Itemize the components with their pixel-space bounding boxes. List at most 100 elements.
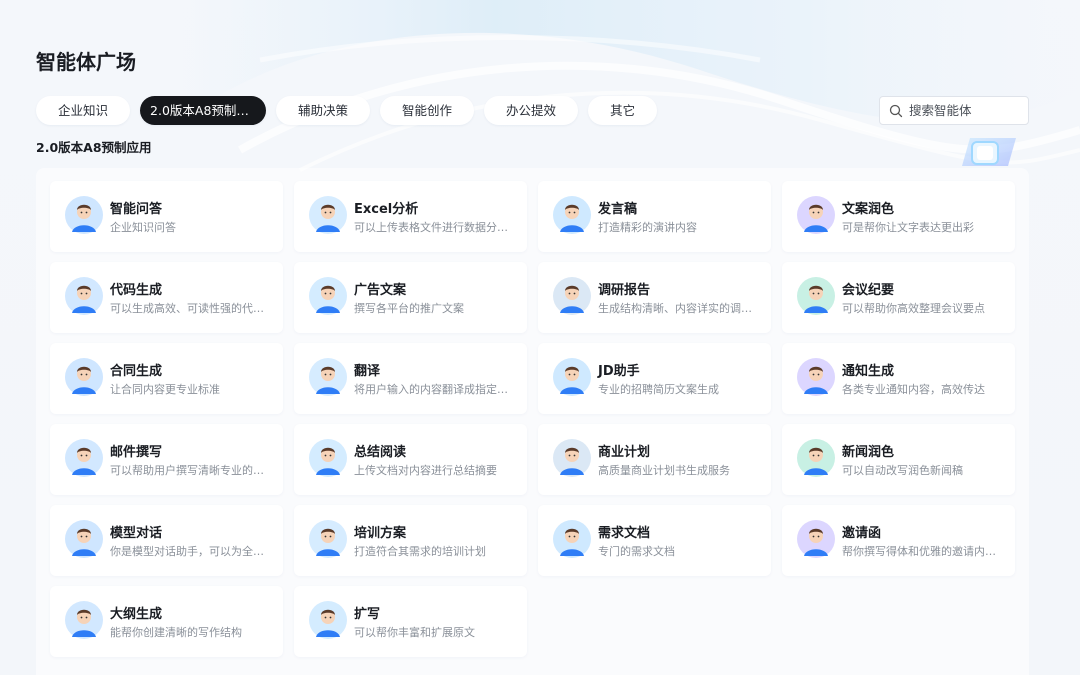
agent-card[interactable]: 智能问答企业知识问答 [50, 181, 283, 252]
invite-avatar-icon [797, 520, 835, 558]
chat-avatar-icon [65, 520, 103, 558]
agent-card[interactable]: 商业计划高质量商业计划书生成服务 [538, 424, 771, 495]
search-icon [889, 104, 903, 117]
agent-card-desc: 上传文档对内容进行总结摘要 [354, 464, 497, 477]
agent-card-desc: 可以自动改写润色新闻稿 [842, 464, 963, 477]
tab-office-efficiency[interactable]: 办公提效 [484, 96, 579, 125]
notice-avatar-icon [797, 358, 835, 396]
jd-avatar-icon [553, 358, 591, 396]
business-avatar-icon [553, 439, 591, 477]
agent-card[interactable]: 大纲生成能帮你创建清晰的写作结构 [50, 586, 283, 657]
agent-card-desc: 可以帮你丰富和扩展原文 [354, 626, 475, 639]
agent-card-desc: 帮你撰写得体和优雅的邀请内容。 [842, 545, 1002, 558]
agent-card-desc: 撰写各平台的推广文案 [354, 302, 464, 315]
agent-card[interactable]: 新闻润色可以自动改写润色新闻稿 [782, 424, 1015, 495]
agent-card-desc: 能帮你创建清晰的写作结构 [110, 626, 242, 639]
decorative-badge-icon [962, 138, 1016, 166]
agent-card-desc: 可以帮助你高效整理会议要点 [842, 302, 985, 315]
agent-card-desc: 可以生成高效、可读性强的代码片段 [110, 302, 270, 315]
training-avatar-icon [309, 520, 347, 558]
analyst-avatar-icon [309, 196, 347, 234]
agent-card-name: 通知生成 [842, 364, 895, 379]
agent-card-desc: 将用户输入的内容翻译成指定语言 [354, 383, 514, 396]
agent-card-name: 调研报告 [598, 283, 651, 298]
agent-card[interactable]: 会议纪要可以帮助你高效整理会议要点 [782, 262, 1015, 333]
agent-card-desc: 打造符合其需求的培训计划 [354, 545, 486, 558]
agent-card-name: 发言稿 [598, 202, 638, 217]
agent-card[interactable]: 合同生成让合同内容更专业标准 [50, 343, 283, 414]
agent-card[interactable]: 邮件撰写可以帮助用户撰写清晰专业的邮件 [50, 424, 283, 495]
agent-card[interactable]: 代码生成可以生成高效、可读性强的代码片段 [50, 262, 283, 333]
agent-card-name: 总结阅读 [354, 445, 407, 460]
coder-avatar-icon [65, 277, 103, 315]
agent-card[interactable]: 文案润色 可是帮你让文字表达更出彩 [782, 181, 1015, 252]
agent-card-name: 商业计划 [598, 445, 651, 460]
agent-card[interactable]: 发言稿打造精彩的演讲内容 [538, 181, 771, 252]
mail-avatar-icon [65, 439, 103, 477]
research-avatar-icon [553, 277, 591, 315]
agent-card-name: 邮件撰写 [110, 445, 163, 460]
meeting-avatar-icon [797, 277, 835, 315]
tab-bar: 企业知识 2.0版本A8预制应用 辅助决策 智能创作 办公提效 其它 [36, 96, 658, 125]
agent-card[interactable]: 需求文档专门的需求文档 [538, 505, 771, 576]
agent-card-desc: 专门的需求文档 [598, 545, 675, 558]
summary-avatar-icon [309, 439, 347, 477]
agent-card-name: 需求文档 [598, 526, 651, 541]
agent-panel: 智能问答企业知识问答Excel分析可以上传表格文件进行数据分析并生成报告发言稿打… [36, 168, 1029, 675]
agent-card-name: 合同生成 [110, 364, 163, 379]
agent-card-desc: 专业的招聘简历文案生成 [598, 383, 719, 396]
agent-card-name: 培训方案 [354, 526, 407, 541]
agent-card-desc: 高质量商业计划书生成服务 [598, 464, 730, 477]
agent-card-name: 大纲生成 [110, 607, 163, 622]
translator-avatar-icon [309, 358, 347, 396]
agent-card[interactable]: 翻译将用户输入的内容翻译成指定语言 [294, 343, 527, 414]
agent-card-name: 代码生成 [110, 283, 163, 298]
tab-smart-creation[interactable]: 智能创作 [380, 96, 475, 125]
agent-card-name: 模型对话 [110, 526, 163, 541]
agent-card[interactable]: 调研报告生成结构清晰、内容详实的调研报告 [538, 262, 771, 333]
agent-card-name: 会议纪要 [842, 283, 895, 298]
agent-card-desc: 企业知识问答 [110, 221, 176, 234]
agent-card[interactable]: 广告文案撰写各平台的推广文案 [294, 262, 527, 333]
writer-avatar-icon [797, 196, 835, 234]
contract-avatar-icon [65, 358, 103, 396]
agent-card[interactable]: 扩写 可以帮你丰富和扩展原文 [294, 586, 527, 657]
agent-card-name: 文案润色 [842, 202, 895, 217]
agent-card-desc: 生成结构清晰、内容详实的调研报告 [598, 302, 758, 315]
agent-card-name: 广告文案 [354, 283, 407, 298]
agent-card[interactable]: 通知生成各类专业通知内容，高效传达 [782, 343, 1015, 414]
tab-decision-support[interactable]: 辅助决策 [276, 96, 371, 125]
agent-card-desc: 打造精彩的演讲内容 [598, 221, 697, 234]
outline-avatar-icon [65, 601, 103, 639]
section-title: 2.0版本A8预制应用 [36, 140, 152, 155]
agent-card-name: 智能问答 [110, 202, 163, 217]
page-title: 智能体广场 [36, 50, 136, 74]
agent-card[interactable]: Excel分析可以上传表格文件进行数据分析并生成报告 [294, 181, 527, 252]
agent-grid: 智能问答企业知识问答Excel分析可以上传表格文件进行数据分析并生成报告发言稿打… [50, 181, 1015, 657]
agent-card-name: 翻译 [354, 364, 381, 379]
robot-avatar-icon [65, 196, 103, 234]
tab-enterprise-knowledge[interactable]: 企业知识 [36, 96, 131, 125]
agent-card-desc: 可以帮助用户撰写清晰专业的邮件 [110, 464, 270, 477]
speaker-avatar-icon [553, 196, 591, 234]
agent-card[interactable]: 总结阅读上传文档对内容进行总结摘要 [294, 424, 527, 495]
agent-card[interactable]: 邀请函帮你撰写得体和优雅的邀请内容。 [782, 505, 1015, 576]
agent-card-desc: 你是模型对话助手，可以为全体员工提供帮助 [110, 545, 270, 558]
agent-card-name: JD助手 [598, 364, 640, 379]
requirement-avatar-icon [553, 520, 591, 558]
ad-avatar-icon [309, 277, 347, 315]
expand-avatar-icon [309, 601, 347, 639]
agent-card[interactable]: 培训方案打造符合其需求的培训计划 [294, 505, 527, 576]
news-avatar-icon [797, 439, 835, 477]
agent-card-name: 邀请函 [842, 526, 882, 541]
tab-other[interactable]: 其它 [588, 96, 658, 125]
agent-card-desc: 可以上传表格文件进行数据分析并生成报告 [354, 221, 514, 234]
agent-card-name: 新闻润色 [842, 445, 895, 460]
agent-card-desc: 各类专业通知内容，高效传达 [842, 383, 985, 396]
agent-card[interactable]: 模型对话你是模型对话助手，可以为全体员工提供帮助 [50, 505, 283, 576]
agent-card[interactable]: JD助手专业的招聘简历文案生成 [538, 343, 771, 414]
tab-a8-preset-apps[interactable]: 2.0版本A8预制应用 [140, 96, 267, 125]
agent-card-desc: 让合同内容更专业标准 [110, 383, 220, 396]
search-input[interactable] [907, 102, 1021, 119]
search-box[interactable] [879, 96, 1029, 125]
